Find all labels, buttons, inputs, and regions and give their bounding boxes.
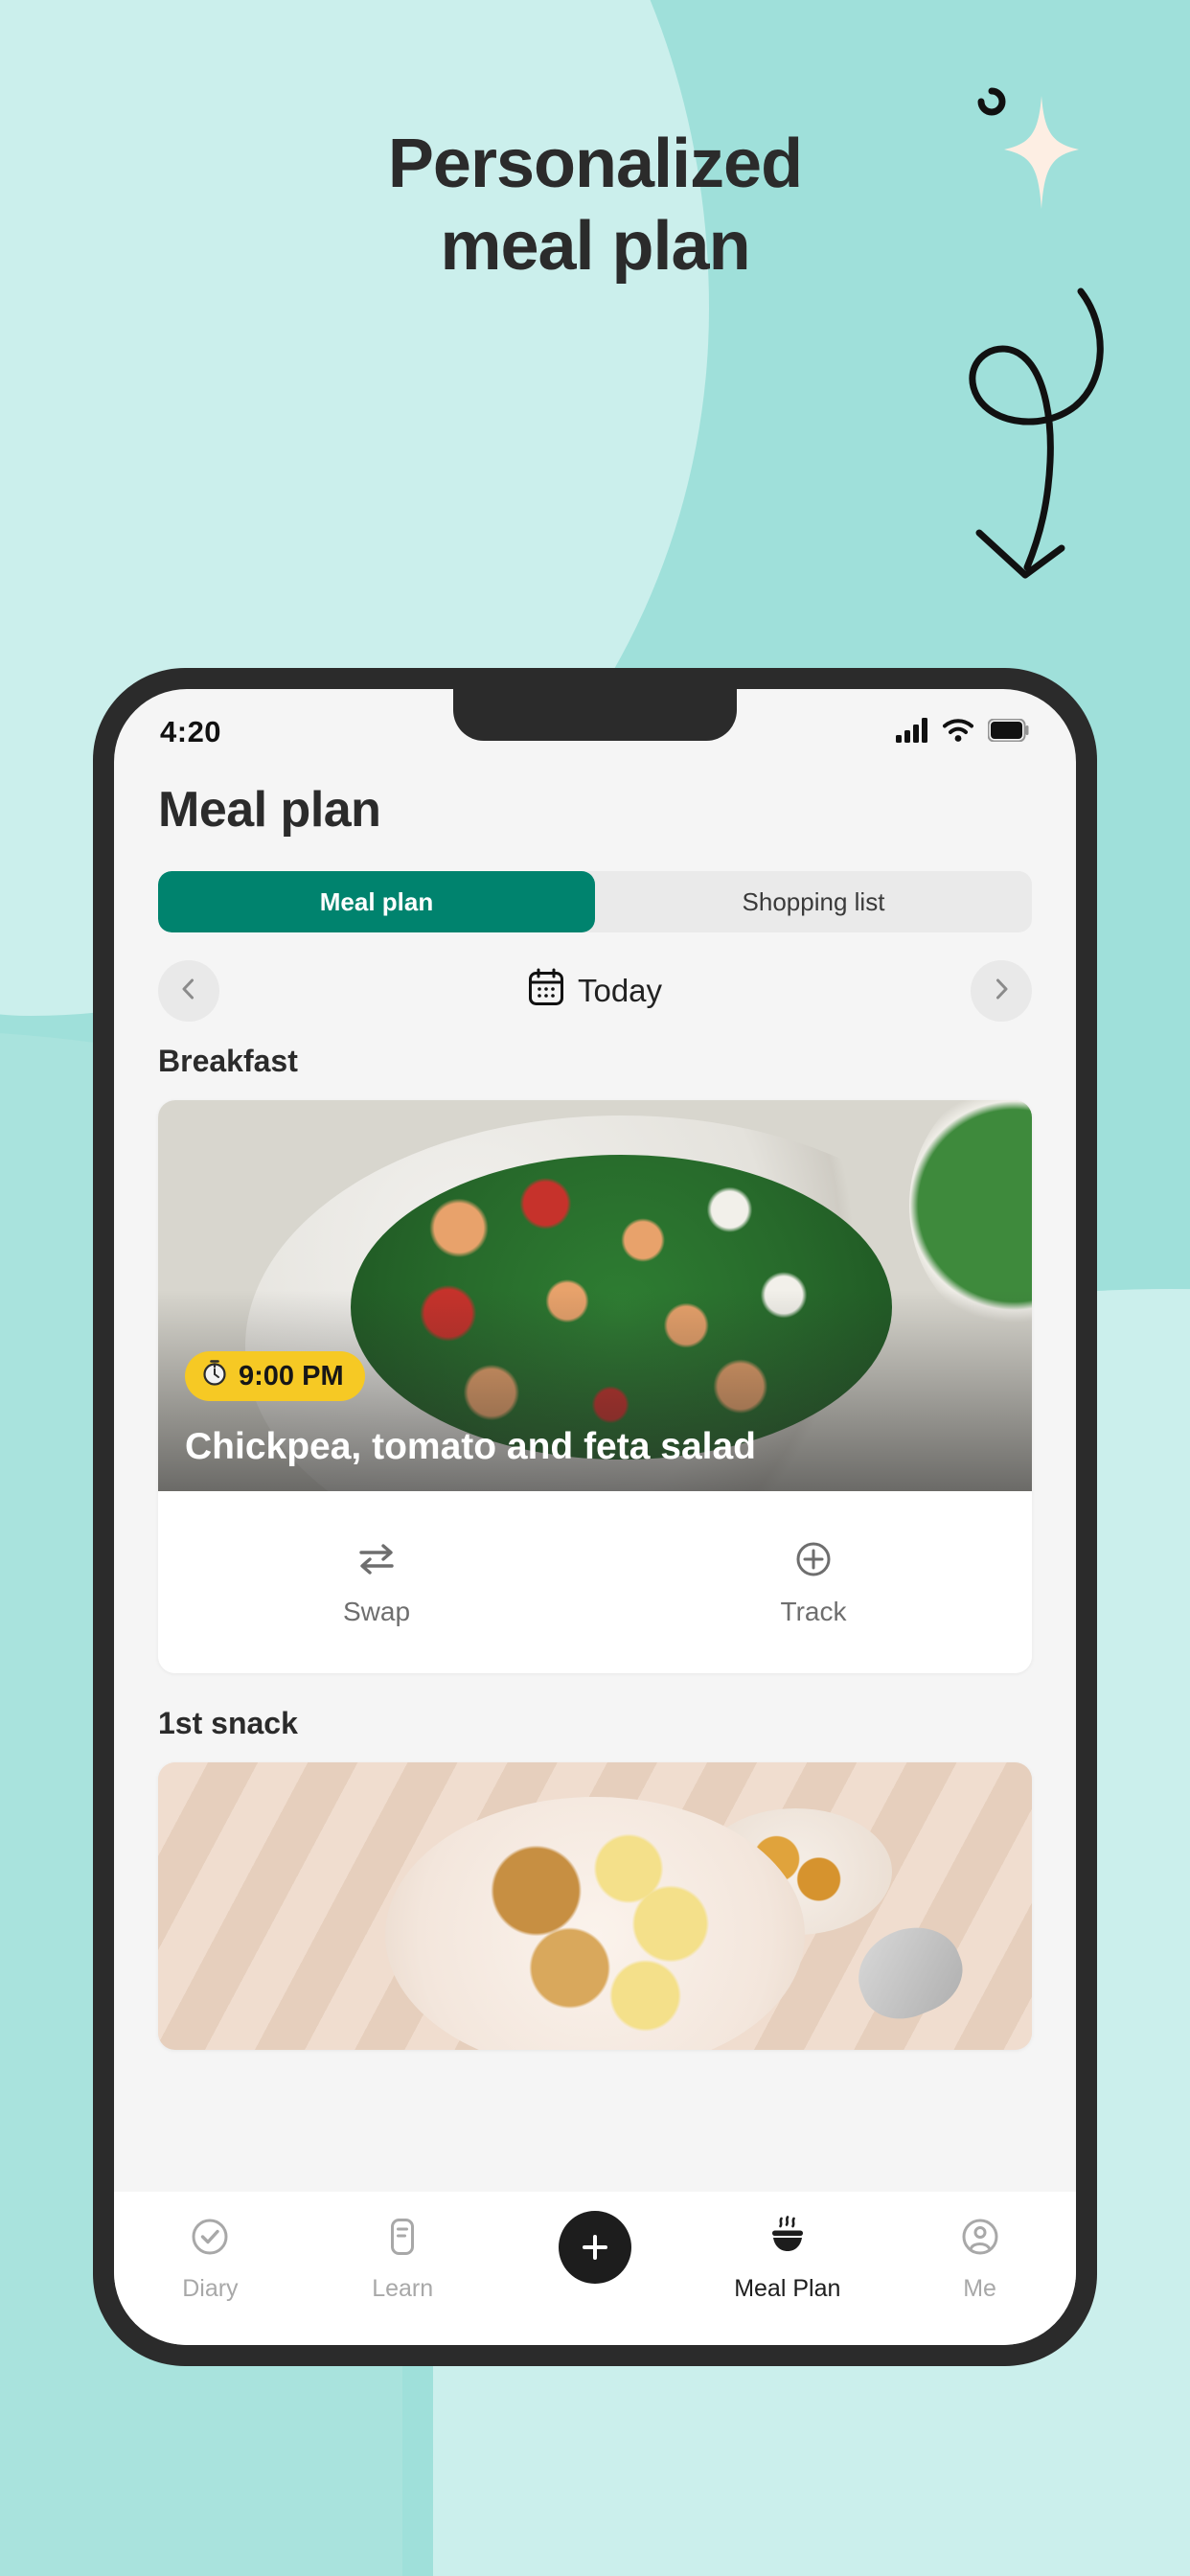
tab-meal-plan-label: Meal plan bbox=[319, 886, 434, 916]
swap-button[interactable]: Swap bbox=[158, 1538, 595, 1627]
meal-photo-breakfast: 9:00 PM Chickpea, tomato and feta salad bbox=[158, 1100, 1032, 1491]
phone-frame: 4:20 Meal plan Meal plan Shopping list T… bbox=[93, 668, 1097, 2366]
meal-title-breakfast: Chickpea, tomato and feta salad bbox=[185, 1426, 756, 1468]
segmented-control: Meal plan Shopping list bbox=[158, 871, 1032, 932]
sparkle-icon bbox=[960, 75, 1085, 223]
swap-arrows-icon bbox=[354, 1538, 400, 1585]
tab-shopping-list-label: Shopping list bbox=[742, 886, 885, 916]
wifi-icon bbox=[942, 718, 974, 748]
track-label: Track bbox=[780, 1596, 847, 1626]
page-title: Meal plan bbox=[158, 782, 381, 838]
phone-screen: 4:20 Meal plan Meal plan Shopping list T… bbox=[114, 689, 1076, 2345]
current-date-label: Today bbox=[577, 973, 663, 1008]
status-time: 4:20 bbox=[160, 715, 222, 748]
meal-card-breakfast[interactable]: 9:00 PM Chickpea, tomato and feta salad bbox=[158, 1100, 1032, 1673]
photo-texture bbox=[158, 1762, 1032, 2050]
swap-label: Swap bbox=[342, 1596, 411, 1626]
battery-icon bbox=[987, 718, 1030, 747]
person-circle-icon bbox=[958, 2215, 1002, 2264]
check-circle-icon bbox=[188, 2215, 232, 2264]
curly-arrow-icon bbox=[920, 264, 1121, 595]
meal-list[interactable]: Breakfast 9:00 PM Chickpea, tomato and f… bbox=[114, 1011, 1076, 2345]
steaming-bowl-icon bbox=[766, 2215, 810, 2264]
nav-label-meal-plan: Meal Plan bbox=[734, 2275, 841, 2302]
meal-card-snack[interactable] bbox=[158, 1762, 1032, 2050]
plus-fab-icon[interactable] bbox=[558, 2211, 631, 2284]
nav-label-learn: Learn bbox=[372, 2275, 434, 2302]
tab-meal-plan[interactable]: Meal plan bbox=[158, 871, 595, 932]
bottom-navigation: Diary Learn Meal Plan Me bbox=[114, 2192, 1076, 2345]
meal-time-badge: 9:00 PM bbox=[185, 1351, 365, 1401]
meal-action-row: Swap Track bbox=[158, 1491, 1032, 1673]
nav-label-diary: Diary bbox=[182, 2275, 239, 2302]
nav-item-me[interactable]: Me bbox=[883, 2215, 1076, 2303]
status-icon-group bbox=[896, 717, 1030, 748]
tab-shopping-list[interactable]: Shopping list bbox=[595, 871, 1032, 932]
stopwatch-icon bbox=[200, 1358, 229, 1394]
section-label-breakfast: Breakfast bbox=[158, 1044, 298, 1078]
status-bar: 4:20 bbox=[114, 689, 1076, 762]
plus-circle-icon bbox=[790, 1538, 836, 1585]
chevron-right-icon bbox=[989, 977, 1014, 1006]
nav-item-meal-plan[interactable]: Meal Plan bbox=[691, 2215, 883, 2303]
meal-time-label: 9:00 PM bbox=[239, 1360, 344, 1392]
chevron-left-icon bbox=[176, 977, 201, 1006]
nav-item-learn[interactable]: Learn bbox=[307, 2215, 499, 2303]
nav-label-me: Me bbox=[963, 2275, 996, 2302]
meal-photo-snack bbox=[158, 1762, 1032, 2050]
nav-item-add[interactable] bbox=[499, 2211, 692, 2295]
track-button[interactable]: Track bbox=[595, 1538, 1032, 1627]
current-date-button[interactable]: Today bbox=[528, 968, 662, 1014]
article-card-icon bbox=[380, 2215, 424, 2264]
section-label-snack: 1st snack bbox=[158, 1706, 298, 1740]
calendar-icon bbox=[528, 968, 564, 1014]
nav-item-diary[interactable]: Diary bbox=[114, 2215, 307, 2303]
phone-mockup: 4:20 Meal plan Meal plan Shopping list T… bbox=[93, 668, 1097, 2366]
cellular-signal-icon bbox=[896, 717, 928, 748]
